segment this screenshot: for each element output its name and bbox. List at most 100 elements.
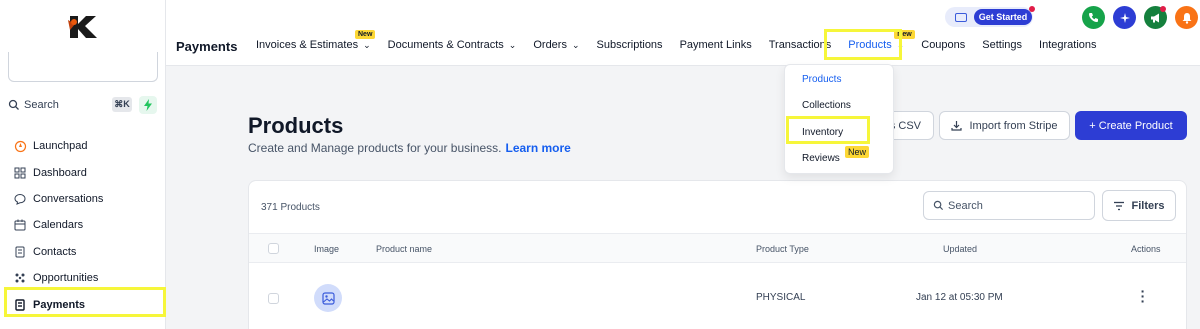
sidebar-item-label: Opportunities (33, 272, 99, 285)
tab-transactions[interactable]: Transactions (769, 39, 832, 51)
brand-logo[interactable] (66, 12, 100, 40)
select-all-checkbox[interactable] (268, 243, 279, 254)
tab-label: Integrations (1039, 39, 1097, 51)
page-title: Products (248, 113, 344, 138)
phone-icon (1089, 13, 1098, 22)
column-header-product-name[interactable]: Product name (376, 244, 432, 254)
highlight-products-tab (824, 29, 902, 60)
learn-more-link[interactable]: Learn more (505, 141, 570, 155)
tab-label: Transactions (768, 39, 832, 51)
filters-label: Filters (1131, 199, 1165, 212)
section-title: Payments (176, 39, 238, 54)
column-header-product-type[interactable]: Product Type (756, 244, 809, 254)
sidebar-item-calendars[interactable]: Calendars (0, 212, 166, 238)
page-subtitle-text: Create and Manage products for your busi… (248, 141, 502, 155)
quick-action-button[interactable] (139, 96, 157, 114)
products-count: 371 Products (261, 202, 320, 213)
sidebar-item-contacts[interactable]: Contacts (0, 239, 166, 265)
tab-label: Payment Links (679, 39, 752, 51)
tab-label: Subscriptions (596, 39, 663, 51)
export-csv-label: s CSV (889, 119, 921, 132)
sidebar-item-label: Contacts (33, 245, 77, 258)
location-switcher[interactable] (8, 52, 158, 82)
chat-icon (13, 192, 27, 206)
sidebar-item-label: Conversations (33, 192, 104, 205)
tab-label: Orders (533, 39, 567, 51)
tab-integrations[interactable]: Integrations (1039, 39, 1096, 51)
notifications-button[interactable] (1175, 6, 1198, 29)
download-icon (951, 121, 963, 131)
column-header-actions: Actions (1131, 244, 1161, 254)
magic-button[interactable] (1113, 6, 1136, 29)
opportunities-icon (13, 271, 27, 285)
tab-bar: New Invoices & Estimates ⌄ Documents & Co… (256, 30, 1114, 51)
tab-settings[interactable]: Settings (982, 39, 1022, 51)
highlight-payments (4, 287, 166, 317)
column-header-image: Image (314, 244, 340, 254)
page-subtitle: Create and Manage products for your busi… (248, 141, 571, 155)
tab-label: Settings (982, 39, 1023, 51)
new-badge: New (355, 30, 376, 39)
chevron-down-icon: ⌄ (571, 39, 580, 50)
get-started-button[interactable]: Get Started (974, 9, 1032, 25)
tab-label: Documents & Contracts (387, 39, 504, 51)
tab-label: Invoices & Estimates (256, 39, 359, 51)
sidebar-item-launchpad[interactable]: Launchpad (0, 133, 166, 159)
column-header-updated[interactable]: Updated (943, 244, 977, 254)
tab-subscriptions[interactable]: Subscriptions (597, 39, 663, 51)
dropdown-item-reviews[interactable]: Reviews (802, 153, 840, 164)
dropdown-item-products[interactable]: Products (802, 74, 841, 85)
updated-cell: Jan 12 at 05:30 PM (916, 292, 1003, 303)
contacts-icon (13, 245, 27, 259)
table-header: Image Product name Product Type Updated … (249, 233, 1186, 263)
megaphone-icon (1150, 13, 1159, 22)
notification-dot (1160, 6, 1166, 12)
chevron-down-icon: ⌄ (363, 39, 371, 50)
sidebar-item-conversations[interactable]: Conversations (0, 186, 166, 212)
sidebar-item-dashboard[interactable]: Dashboard (0, 159, 166, 185)
bell-icon (1182, 12, 1191, 24)
sidebar-item-label: Dashboard (33, 166, 87, 179)
search-icon (8, 99, 19, 110)
row-actions-menu-icon[interactable]: · · · (1140, 284, 1146, 308)
bolt-icon (144, 99, 152, 111)
filter-icon (1114, 201, 1125, 210)
notification-dot (1029, 6, 1035, 12)
tab-payment-links[interactable]: Payment Links (680, 39, 752, 51)
tab-invoices-estimates[interactable]: New Invoices & Estimates ⌄ (256, 30, 376, 51)
rocket-icon (13, 139, 27, 153)
tab-label: Coupons (921, 39, 966, 51)
import-from-stripe-label: Import from Stripe (969, 119, 1058, 132)
tab-coupons[interactable]: Coupons (921, 39, 965, 51)
new-badge: New (845, 146, 870, 158)
sparkle-icon (1119, 12, 1130, 23)
sidebar-search-label: Search (24, 99, 59, 111)
search-icon (933, 200, 944, 211)
product-type-cell: PHYSICAL (756, 292, 806, 303)
grid-icon (13, 166, 27, 180)
image-icon (321, 291, 335, 305)
product-image-placeholder (314, 284, 342, 312)
filters-button[interactable]: Filters (1102, 190, 1176, 221)
calendar-icon (13, 218, 27, 232)
sidebar-item-label: Launchpad (33, 140, 88, 153)
sidebar-item-label: Calendars (33, 219, 84, 232)
import-from-stripe-button[interactable]: Import from Stripe (939, 111, 1070, 140)
products-table-card: 371 Products Search Filters Image Produc… (248, 180, 1187, 329)
chevron-down-icon: ⌄ (508, 39, 517, 50)
get-started-pill[interactable]: Get Started (945, 7, 1033, 27)
tab-documents-contracts[interactable]: Documents & Contracts ⌄ (388, 39, 517, 51)
card-icon (955, 12, 967, 22)
highlight-inventory (786, 116, 870, 144)
create-product-button[interactable]: + Create Product (1075, 111, 1187, 140)
tab-orders[interactable]: Orders ⌄ (533, 39, 579, 51)
search-shortcut: ⌘K (112, 97, 132, 112)
table-row[interactable]: PHYSICAL Jan 12 at 05:30 PM · · · (249, 264, 1186, 329)
dropdown-item-collections[interactable]: Collections (802, 100, 851, 111)
sidebar: Search ⌘K Launchpad Dashboard Conversati… (0, 0, 166, 329)
top-bar: Payments New Invoices & Estimates ⌄ Docum… (166, 0, 1200, 66)
phone-button[interactable] (1082, 6, 1105, 29)
table-search-placeholder: Search (948, 199, 983, 212)
table-search-input[interactable]: Search (923, 191, 1095, 220)
row-checkbox[interactable] (268, 293, 279, 304)
